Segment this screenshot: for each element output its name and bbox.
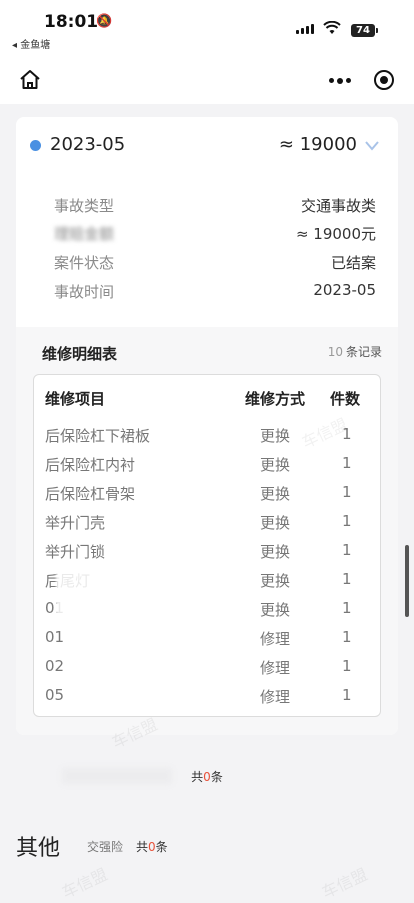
- close-miniprogram-icon[interactable]: [374, 70, 394, 90]
- info-row-case-status: 案件状态 已结案: [54, 252, 376, 276]
- table-row: 后保险杠骨架 更换 1: [45, 483, 352, 503]
- table-row: 后保险杠内衬 更换 1: [45, 454, 352, 474]
- other-count: 共0条: [136, 840, 168, 854]
- table-row: 01 修理 1: [45, 628, 352, 648]
- table-row: 05 修理 1: [45, 686, 352, 706]
- status-dot-icon: [30, 140, 41, 151]
- table-header-item: 维修项目: [45, 390, 106, 408]
- section-title-other: 其他: [16, 836, 61, 861]
- info-row-claim-amount: 理赔金额 ≈ 19000元: [54, 223, 376, 247]
- info-label: 理赔金额: [54, 225, 115, 243]
- info-row-accident-time: 事故时间 2023-05: [54, 281, 376, 305]
- info-row-accident-type: 事故类型 交通事故类: [54, 195, 376, 219]
- record-date: 2023-05: [50, 134, 126, 155]
- nav-bar: [0, 58, 414, 104]
- record-header[interactable]: 2023-05 ≈ 19000: [16, 117, 398, 175]
- total-count: 共0条: [0, 768, 414, 785]
- info-label: 事故类型: [54, 197, 115, 215]
- battery-icon: 74: [351, 24, 378, 37]
- table-header-qty: 件数: [330, 390, 361, 408]
- record-amount: ≈ 19000: [278, 134, 357, 155]
- repair-detail-section: 维修明细表 10 条记录 维修项目 维修方式 件数 后保险杠下裙板 更换 1 后保险杠…: [16, 327, 398, 735]
- back-to-app-link[interactable]: ◂ 金鱼塘: [12, 36, 50, 51]
- status-time: 18:01: [44, 12, 99, 32]
- cellular-signal-icon: [296, 24, 314, 34]
- info-value: 交通事故类: [300, 197, 376, 215]
- info-label: 事故时间: [54, 283, 115, 301]
- record-count: 10 条记录: [327, 345, 382, 359]
- info-value: ≈ 19000元: [295, 225, 376, 243]
- redaction-mask: [62, 768, 172, 784]
- bell-muted-icon: 🔕: [96, 14, 113, 29]
- watermark: 车信盟: [58, 864, 111, 903]
- section-subtitle: 交强险: [87, 840, 124, 854]
- scrollbar[interactable]: [405, 545, 409, 617]
- home-icon[interactable]: [18, 69, 42, 91]
- info-value: 2023-05: [313, 281, 376, 299]
- wifi-icon: [323, 21, 341, 34]
- info-value: 已结案: [330, 254, 376, 272]
- watermark: 车信盟: [318, 864, 371, 903]
- redaction-mask: [56, 565, 164, 592]
- redaction-mask: [56, 595, 164, 622]
- table-row: 02 修理 1: [45, 657, 352, 677]
- more-icon[interactable]: [329, 77, 351, 84]
- table-header-method: 维修方式: [245, 390, 306, 408]
- chevron-down-icon[interactable]: [364, 139, 380, 151]
- info-label: 案件状态: [54, 254, 115, 272]
- repair-table-title: 维修明细表: [42, 345, 118, 363]
- table-row: 举升门壳 更换 1: [45, 512, 352, 532]
- status-bar: 18:01 🔕 ◂ 金鱼塘 74: [0, 0, 414, 58]
